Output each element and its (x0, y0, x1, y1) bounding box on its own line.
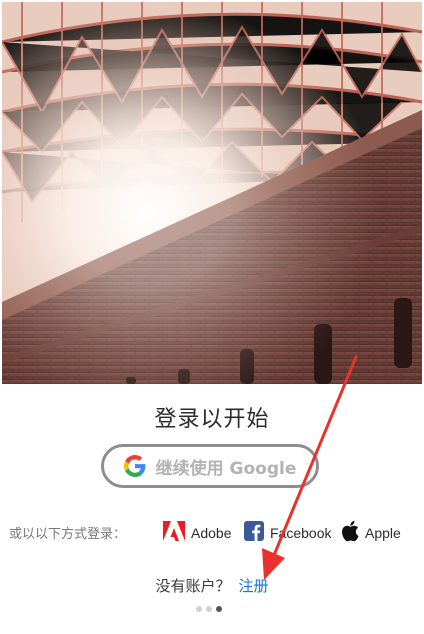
signup-link[interactable]: 注册 (239, 577, 269, 595)
continue-with-google-button[interactable]: 继续使用 Google (101, 444, 319, 488)
signin-adobe-button[interactable]: Adobe (163, 519, 231, 547)
facebook-icon (244, 521, 264, 545)
google-icon (123, 455, 146, 477)
page-title: 登录以开始 (154, 407, 270, 432)
signin-facebook-button[interactable]: Facebook (244, 519, 331, 547)
google-button-label: 继续使用 Google (155, 458, 297, 479)
adobe-label: Adobe (191, 525, 232, 541)
facebook-label: Facebook (270, 525, 332, 541)
signup-row: 没有账户？ 注册 (0, 575, 424, 596)
hero-image (2, 2, 422, 384)
adobe-icon (163, 521, 185, 545)
alternate-signin-row: 或以以下方式登录： Adobe Facebook Apple (0, 519, 424, 547)
page-dot[interactable] (196, 606, 202, 612)
apple-label: Apple (365, 525, 401, 541)
carousel-page-indicator (196, 606, 222, 612)
alternate-signin-label: 或以以下方式登录： (9, 527, 127, 542)
page-dot-active[interactable] (216, 606, 222, 612)
signin-apple-button[interactable]: Apple (341, 519, 401, 547)
apple-icon (341, 520, 359, 546)
page-dot[interactable] (206, 606, 212, 612)
no-account-text: 没有账户？ (155, 577, 231, 595)
login-screen: 登录以开始 继续使用 Google 或以以下方式登录： Adobe Facebo… (0, 0, 424, 634)
